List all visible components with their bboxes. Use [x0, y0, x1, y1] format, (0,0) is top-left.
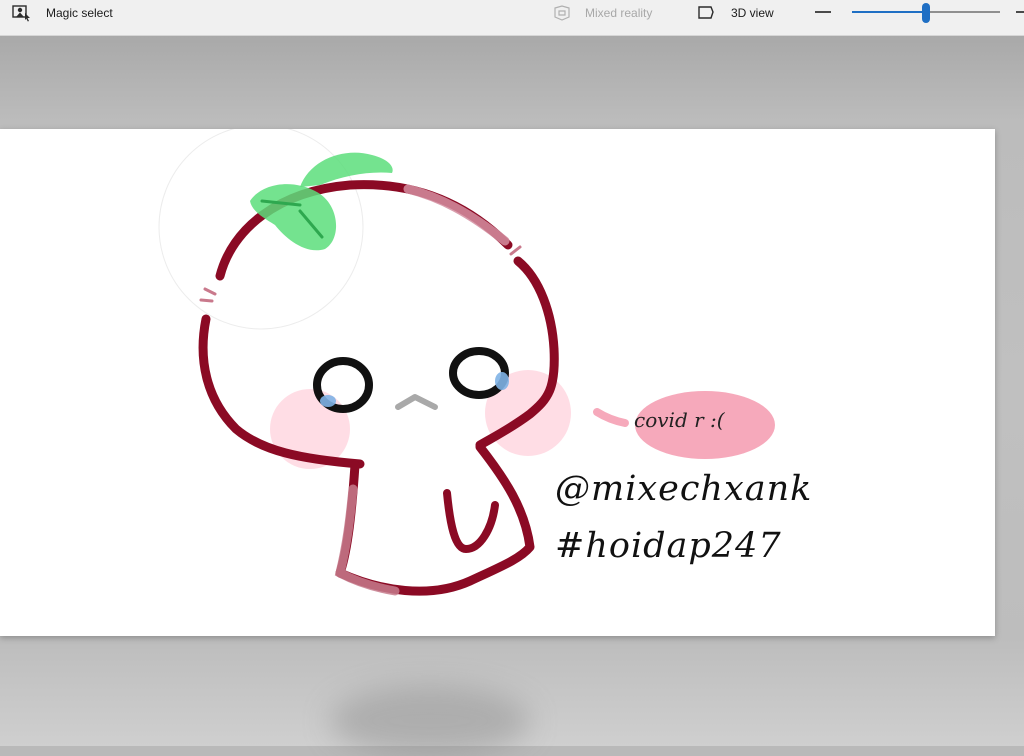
left-tear: [320, 395, 336, 407]
magic-select-label: Magic select: [46, 6, 113, 20]
zoom-slider-thumb[interactable]: [922, 3, 930, 23]
head-highlight: [403, 184, 510, 246]
hashtag-text: #hoidap247: [555, 526, 782, 566]
drawing-canvas[interactable]: covid r :( @mixechxank #hoidap247: [0, 129, 995, 636]
zoom-slider-fill: [852, 11, 926, 13]
right-eye: [449, 347, 509, 399]
arm-outline: [443, 489, 499, 554]
zoom-out-icon[interactable]: [815, 11, 831, 13]
zoom-slider[interactable]: [852, 3, 1000, 23]
magic-select-icon: [12, 4, 32, 22]
toolbar: Magic select Mixed reality 3D view: [0, 0, 1024, 36]
head-tick-right: [509, 245, 522, 256]
mixed-reality-button[interactable]: Mixed reality: [553, 0, 652, 26]
3d-view-label: 3D view: [731, 6, 774, 20]
mixed-reality-icon: [553, 4, 571, 22]
speech-pointer: [593, 408, 629, 427]
3d-view-button[interactable]: 3D view: [697, 0, 774, 26]
zoom-in-icon[interactable]: [1016, 11, 1024, 13]
body-outline: [335, 442, 535, 596]
mouth: [395, 394, 438, 410]
body-highlight: [334, 484, 400, 596]
magic-select-button[interactable]: Magic select: [12, 0, 113, 26]
3d-view-icon: [697, 4, 715, 22]
head-tick-left: [203, 287, 217, 296]
handle-text: @mixechxank: [555, 469, 813, 509]
leaf-main: [250, 184, 337, 251]
mixed-reality-label: Mixed reality: [585, 6, 653, 20]
artwork: [158, 129, 775, 596]
speech-text: covid r :(: [634, 408, 725, 432]
head-tick-left-2: [199, 298, 214, 303]
right-tear: [495, 372, 509, 390]
